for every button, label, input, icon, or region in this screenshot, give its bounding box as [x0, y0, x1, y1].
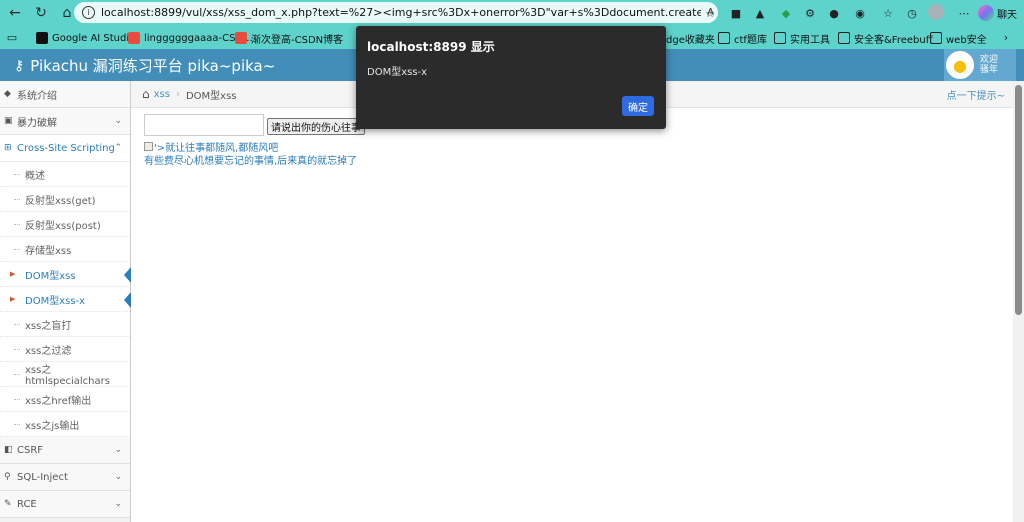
- bookmark-folder[interactable]: 安全客&Freebuff: [838, 30, 933, 46]
- extension-shield-icon[interactable]: ◆: [778, 5, 794, 21]
- extension-icon-4[interactable]: ●: [826, 5, 842, 21]
- chevron-down-icon: ⌄: [114, 499, 122, 509]
- page-scrollbar[interactable]: [1013, 81, 1024, 522]
- browser-toolbar: ← ↻ ⌂ i localhost:8899/vul/xss/xss_dom_x…: [0, 0, 1024, 26]
- csdn-favicon: [235, 32, 247, 44]
- chevron-down-icon: ⌄: [114, 472, 122, 482]
- sidebar-subitem[interactable]: 反射型xss(get): [0, 187, 130, 212]
- bookmark-folder[interactable]: ctf题库: [718, 30, 767, 46]
- chevron-up-icon: ⌃: [114, 143, 122, 153]
- dialog-title: localhost:8899 显示: [367, 40, 495, 54]
- csrf-icon: ◧: [4, 445, 13, 455]
- chat-label: 聊天: [997, 9, 1017, 21]
- sidebar-subitem[interactable]: xss之盲打: [0, 312, 130, 337]
- xss-submenu: 概述 反射型xss(get) 反射型xss(post) 存储型xss ▶ DOM型…: [0, 162, 131, 437]
- user-menu[interactable]: ● 欢迎 骚年: [944, 49, 1016, 81]
- bookmark-folder[interactable]: web安全: [930, 30, 987, 46]
- active-indicator: [124, 267, 131, 283]
- sidebar-subitem-active[interactable]: ▶ DOM型xss-x: [0, 287, 131, 312]
- submit-button[interactable]: 请说出你的伤心往事: [267, 118, 365, 135]
- sidebar-subitem[interactable]: xss之href输出: [0, 387, 130, 412]
- csdn-favicon: [128, 32, 140, 44]
- result-text[interactable]: 有些费尽心机想要忘记的事情,后来真的就忘掉了: [144, 152, 357, 167]
- folder-icon: [930, 32, 942, 44]
- xss-text-input[interactable]: [144, 114, 264, 136]
- sidebar-subitem[interactable]: xss之js输出: [0, 412, 130, 437]
- hint-link[interactable]: 点一下提示~: [947, 87, 1005, 102]
- app-title: Pikachu 漏洞练习平台 pika~pika~: [30, 57, 276, 75]
- bookmarks-overflow-icon[interactable]: ›: [998, 29, 1014, 45]
- home-icon[interactable]: ⌂: [142, 87, 150, 101]
- caret-right-icon: ▶: [10, 295, 16, 303]
- bookmark-item[interactable]: 渐次登高-CSDN博客: [235, 30, 343, 46]
- copilot-chat-button[interactable]: 聊天: [978, 3, 1017, 23]
- sidebar: ◆ 系统介绍 ▣ 暴力破解 ⌄ ⊞ Cross-Site Scripting ⌃…: [0, 81, 131, 522]
- sidebar-item-sql-inject[interactable]: ⚲ SQL-Inject ⌄: [0, 464, 130, 491]
- pikachu-avatar: ●: [946, 51, 974, 79]
- favorite-star-icon[interactable]: ☆: [702, 5, 718, 21]
- sidebar-subitem[interactable]: 概述: [0, 162, 130, 187]
- chevron-down-icon: ⌄: [114, 116, 122, 126]
- breadcrumb-separator: ›: [175, 88, 180, 100]
- tags-icon: ◆: [4, 89, 11, 99]
- bookmark-item[interactable]: Google AI Studio: [36, 30, 135, 46]
- lock-icon: ▣: [4, 116, 13, 126]
- folder-icon: [838, 32, 850, 44]
- reload-button[interactable]: ↻: [30, 2, 52, 24]
- history-icon[interactable]: ◷: [904, 5, 920, 21]
- site-info-icon[interactable]: i: [82, 6, 95, 19]
- sidebar-item-csrf[interactable]: ◧ CSRF ⌄: [0, 437, 130, 464]
- favorites-icon[interactable]: ☆: [880, 5, 896, 21]
- bookmark-favicon: [36, 32, 48, 44]
- url-text[interactable]: localhost:8899/vul/xss/xss_dom_x.php?tex…: [101, 6, 701, 19]
- more-menu-icon[interactable]: ⋯: [956, 5, 972, 21]
- chevron-down-icon: ⌄: [114, 445, 122, 455]
- bookmark-item[interactable]: dge收藏夹: [666, 30, 715, 46]
- app-brand[interactable]: ⚷ Pikachu 漏洞练习平台 pika~pika~: [14, 55, 275, 76]
- breadcrumb-link[interactable]: xss: [154, 89, 170, 100]
- sidebar-subitem[interactable]: xss之过滤: [0, 337, 130, 362]
- extension-icon-2[interactable]: ▲: [752, 5, 768, 21]
- sidebar-subitem[interactable]: 存储型xss: [0, 237, 130, 262]
- copilot-icon: [978, 5, 994, 21]
- ok-button[interactable]: 确定: [622, 96, 654, 116]
- sidebar-item-intro[interactable]: ◆ 系统介绍: [0, 81, 130, 108]
- extension-icon-3[interactable]: ⚙: [802, 5, 818, 21]
- profile-avatar[interactable]: [928, 4, 944, 20]
- folder-icon: [774, 32, 786, 44]
- alert-dialog: localhost:8899 显示 DOM型xss-x 确定: [356, 26, 666, 129]
- welcome-text: 欢迎 骚年: [980, 55, 999, 75]
- back-button[interactable]: ←: [4, 2, 26, 24]
- sidebar-item-rce[interactable]: ✎ RCE ⌄: [0, 491, 130, 518]
- extension-icon-5[interactable]: ◉: [852, 5, 868, 21]
- sidebar-subitem[interactable]: xss之htmlspecialchars: [0, 362, 130, 387]
- sidebar-item-xss[interactable]: ⊞ Cross-Site Scripting ⌃: [0, 135, 130, 162]
- caret-right-icon: ▶: [10, 270, 16, 278]
- broken-image-icon: [144, 142, 153, 151]
- sidebar-item-bruteforce[interactable]: ▣ 暴力破解 ⌄: [0, 108, 130, 135]
- sidebar-subitem[interactable]: 反射型xss(post): [0, 212, 130, 237]
- sitemap-icon: ⊞: [4, 143, 12, 153]
- bookmark-item[interactable]: linggggggaaaa-CSD...: [128, 30, 253, 46]
- bookmark-folder[interactable]: 实用工具: [774, 30, 830, 46]
- active-indicator: [124, 292, 131, 308]
- breadcrumb-current: DOM型xss: [185, 90, 237, 102]
- scrollbar-thumb[interactable]: [1015, 85, 1022, 315]
- key-icon: ⚷: [14, 57, 25, 74]
- collections-icon[interactable]: ▭: [4, 29, 20, 45]
- dialog-message: DOM型xss-x: [367, 67, 428, 78]
- extension-icon-1[interactable]: ■: [728, 5, 744, 21]
- address-bar[interactable]: i localhost:8899/vul/xss/xss_dom_x.php?t…: [74, 2, 718, 23]
- sql-icon: ⚲: [4, 472, 11, 482]
- sidebar-subitem-active[interactable]: ▶ DOM型xss: [0, 262, 131, 287]
- rce-icon: ✎: [4, 499, 12, 509]
- folder-icon: [718, 32, 730, 44]
